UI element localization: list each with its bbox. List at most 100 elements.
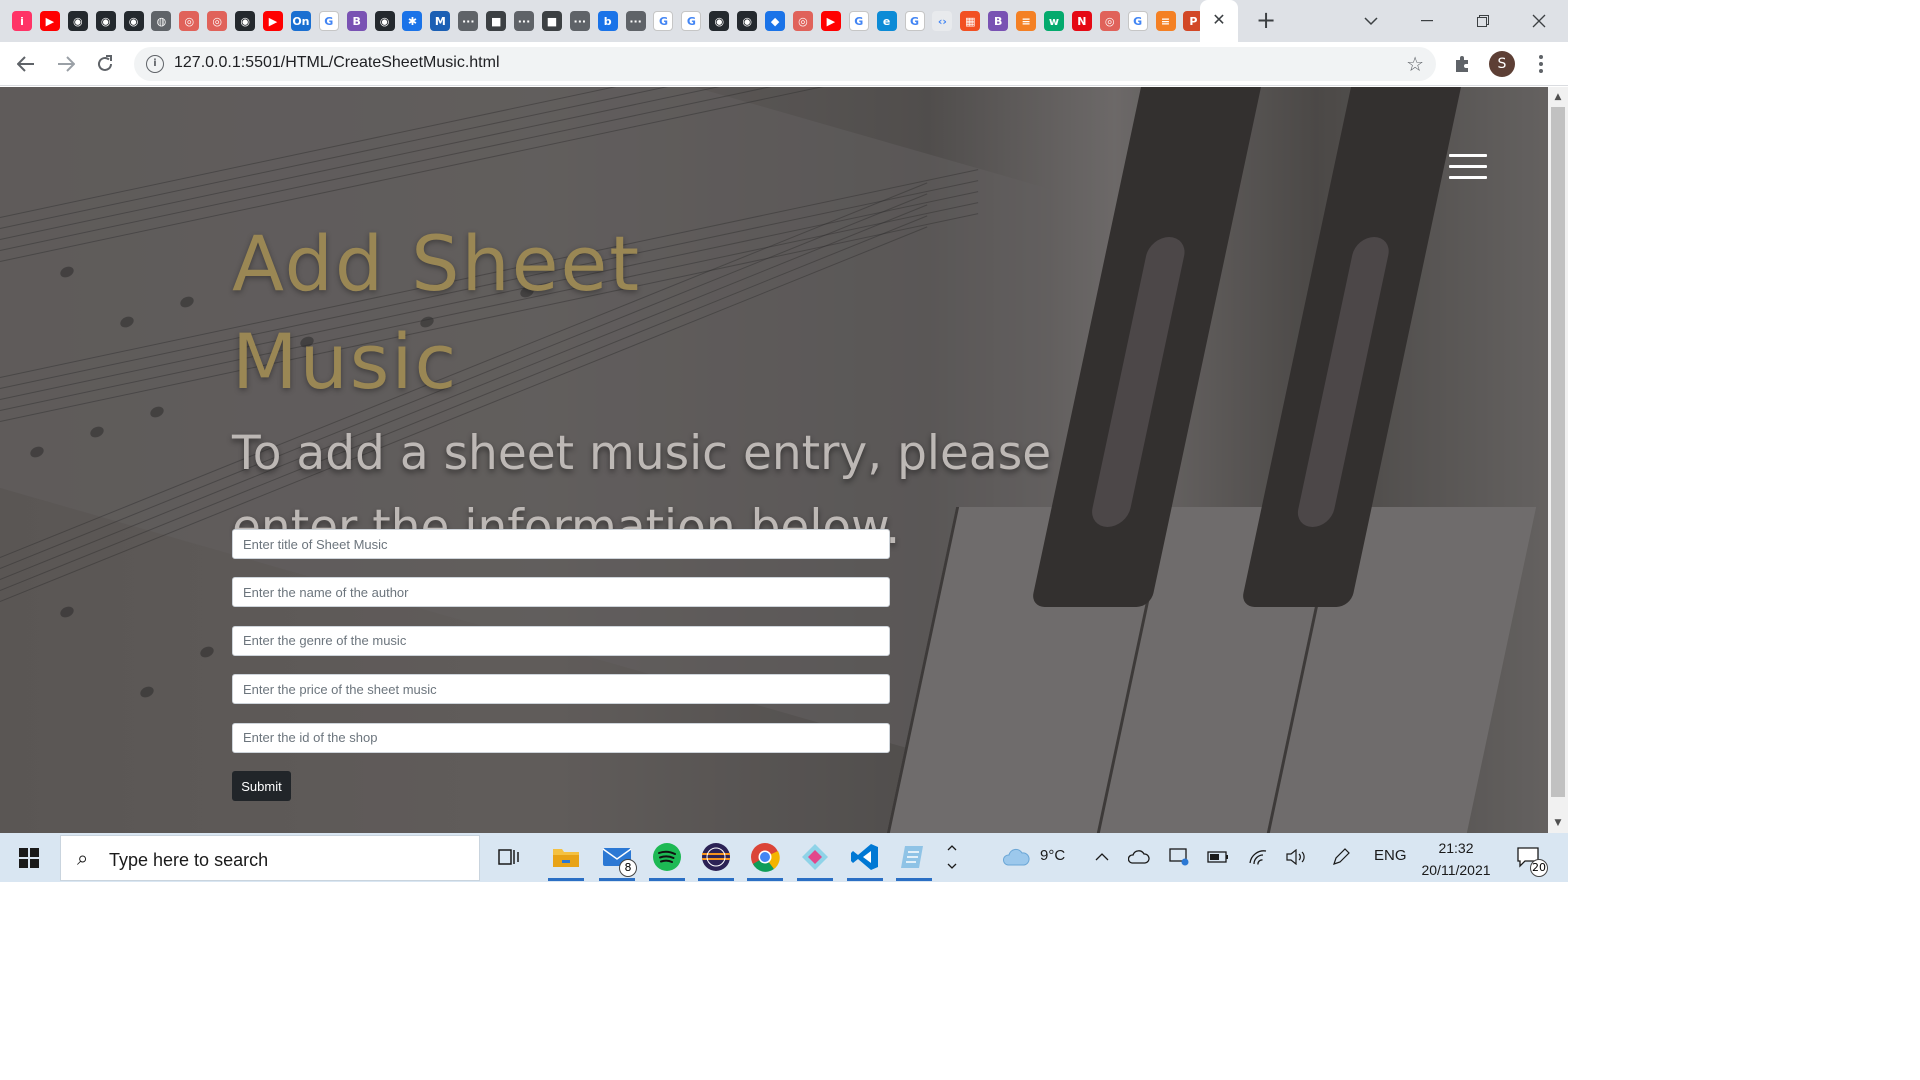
clock-time: 21:32: [1438, 840, 1474, 856]
github-tab-favicon-icon[interactable]: ◉: [123, 11, 144, 31]
submit-button[interactable]: Submit: [232, 771, 291, 801]
price-input[interactable]: [232, 674, 890, 705]
code-tab-favicon-icon[interactable]: ‹›: [932, 11, 953, 31]
browser-tab-strip: i ▶ ◉ ◉ ◉ ◍ ◎ ◎ ◉ ▶ On G B ◉ ✱ M ··· ■ ··· ■ ··· b ··· G G ◉ ◉ ◆ ◎ ▶ G…: [0, 0, 1568, 42]
github-tab-favicon-icon[interactable]: ◉: [67, 11, 88, 31]
windows-tab-favicon-icon[interactable]: ▦: [960, 11, 981, 31]
artstation-tab-favicon-icon[interactable]: ◎: [207, 11, 228, 31]
github-tab-favicon-icon[interactable]: ◉: [374, 11, 395, 31]
genre-input[interactable]: [232, 625, 890, 656]
forward-button[interactable]: [52, 50, 80, 78]
netflix-tab-favicon-icon[interactable]: N: [1071, 11, 1092, 31]
maps-tab-favicon-icon[interactable]: ◆: [765, 11, 786, 31]
google-tab-favicon-icon[interactable]: G: [318, 11, 339, 31]
shop-id-input[interactable]: [232, 722, 890, 753]
chrome-icon[interactable]: [747, 839, 783, 881]
bing-tab-favicon-icon[interactable]: b: [597, 11, 618, 31]
start-button[interactable]: [0, 833, 58, 882]
google-tab-favicon-icon[interactable]: G: [848, 11, 869, 31]
page-title: Add Sheet Music: [232, 219, 642, 406]
meet-now-icon[interactable]: [1161, 839, 1197, 875]
tab-close-icon[interactable]: ✕: [1209, 10, 1229, 30]
new-tab-button[interactable]: +: [1254, 8, 1278, 32]
language-indicator[interactable]: ENG: [1374, 847, 1407, 864]
github-tab-favicon-icon[interactable]: ◉: [235, 11, 256, 31]
google-tab-favicon-icon[interactable]: G: [904, 11, 925, 31]
profile-avatar[interactable]: S: [1489, 51, 1515, 77]
github-tab-favicon-icon[interactable]: ◉: [737, 11, 758, 31]
extensions-puzzle-icon[interactable]: [1448, 50, 1476, 78]
volume-icon[interactable]: [1279, 839, 1315, 875]
minimize-button[interactable]: [1399, 0, 1455, 42]
weather-cloud-icon[interactable]: [998, 839, 1034, 875]
artstation-tab-favicon-icon[interactable]: ◎: [1099, 11, 1120, 31]
onedrive-cloud-icon[interactable]: [1121, 839, 1157, 875]
hamburger-menu-icon[interactable]: [1449, 154, 1487, 182]
scroll-thumb[interactable]: [1551, 107, 1565, 797]
scroll-down-arrow-icon[interactable]: ▼: [1548, 815, 1568, 831]
bootstrap-tab-favicon-icon[interactable]: B: [346, 11, 367, 31]
page-scrollbar[interactable]: ▲ ▼: [1548, 87, 1568, 833]
invision-tab-favicon-icon[interactable]: i: [12, 11, 32, 31]
dots-tab-favicon-icon[interactable]: ···: [514, 11, 535, 31]
url-text[interactable]: 127.0.0.1:5501/HTML/CreateSheetMusic.htm…: [174, 54, 500, 72]
github-tab-favicon-icon[interactable]: ◉: [95, 11, 116, 31]
file-explorer-icon[interactable]: [548, 839, 584, 881]
youtube-tab-favicon-icon[interactable]: ▶: [263, 11, 284, 31]
scroll-up-arrow-icon[interactable]: ▲: [1548, 89, 1568, 105]
close-window-button[interactable]: [1511, 0, 1567, 42]
app-tab-favicon-icon[interactable]: ■: [541, 11, 562, 31]
w3-tab-favicon-icon[interactable]: w: [1043, 11, 1064, 31]
github-tab-favicon-icon[interactable]: ◉: [709, 11, 730, 31]
task-view-icon[interactable]: [491, 839, 527, 875]
title-input[interactable]: [232, 529, 890, 559]
tab-search-icon[interactable]: [1343, 0, 1399, 42]
add-sheet-music-form: Submit: [232, 529, 890, 801]
edge-tab-favicon-icon[interactable]: e: [876, 11, 897, 31]
dots-tab-favicon-icon[interactable]: ···: [625, 11, 646, 31]
bookmark-star-icon[interactable]: ☆: [1406, 52, 1424, 76]
settings-tab-favicon-icon[interactable]: ✱: [402, 11, 423, 31]
google-tab-favicon-icon[interactable]: G: [681, 11, 702, 31]
pen-workspace-icon[interactable]: [1323, 839, 1359, 875]
vscode-icon[interactable]: [847, 839, 883, 881]
youtube-tab-favicon-icon[interactable]: ▶: [39, 11, 60, 31]
wifi-icon[interactable]: [1240, 839, 1276, 875]
battery-icon[interactable]: [1200, 839, 1236, 875]
bootstrap-tab-favicon-icon[interactable]: B: [988, 11, 1009, 31]
google-tab-favicon-icon[interactable]: G: [1127, 11, 1148, 31]
taskbar-scroll-arrows-icon[interactable]: [940, 839, 964, 875]
taskbar-clock[interactable]: 21:32 20/11/2021: [1415, 837, 1497, 881]
dots-tab-favicon-icon[interactable]: ···: [569, 11, 590, 31]
reload-button[interactable]: [91, 50, 119, 78]
globe-tab-favicon-icon[interactable]: ◍: [151, 11, 172, 31]
snip-tool-icon[interactable]: [797, 839, 833, 881]
back-button[interactable]: [12, 50, 40, 78]
artstation-tab-favicon-icon[interactable]: ◎: [792, 11, 813, 31]
onshape-tab-favicon-icon[interactable]: On: [290, 11, 311, 31]
weather-temperature[interactable]: 9°C: [1040, 847, 1065, 864]
clock-date: 20/11/2021: [1421, 862, 1491, 878]
chrome-menu-icon[interactable]: [1527, 50, 1555, 78]
spotify-icon[interactable]: [649, 839, 685, 881]
youtube-tab-favicon-icon[interactable]: ▶: [820, 11, 841, 31]
dots-tab-favicon-icon[interactable]: ···: [458, 11, 479, 31]
site-info-icon[interactable]: i: [146, 55, 164, 73]
stack-tab-favicon-icon[interactable]: ≡: [1155, 11, 1176, 31]
notification-count: 20: [1530, 859, 1548, 877]
taskbar-search-box[interactable]: ⌕ Type here to search: [60, 835, 480, 881]
restore-button[interactable]: [1455, 0, 1511, 42]
artstation-tab-favicon-icon[interactable]: ◎: [179, 11, 200, 31]
address-bar[interactable]: i 127.0.0.1:5501/HTML/CreateSheetMusic.h…: [134, 47, 1436, 81]
google-tab-favicon-icon[interactable]: G: [653, 11, 674, 31]
app-tab-favicon-icon[interactable]: ■: [486, 11, 507, 31]
stack-tab-favicon-icon[interactable]: ≡: [1016, 11, 1037, 31]
show-hidden-icons-icon[interactable]: [1084, 839, 1120, 875]
mdn-tab-favicon-icon[interactable]: M: [430, 11, 451, 31]
author-input[interactable]: [232, 577, 890, 608]
mail-icon[interactable]: 8: [599, 839, 637, 881]
eclipse-icon[interactable]: [698, 839, 734, 881]
notification-center-icon[interactable]: 20: [1510, 839, 1548, 877]
pinned-tabs-row: i ▶ ◉ ◉ ◉ ◍ ◎ ◎ ◉ ▶ On G B ◉ ✱ M ··· ■ ··· ■ ··· b ··· G G ◉ ◉ ◆ ◎ ▶ G…: [12, 9, 1211, 33]
notepad-icon[interactable]: [896, 839, 932, 881]
